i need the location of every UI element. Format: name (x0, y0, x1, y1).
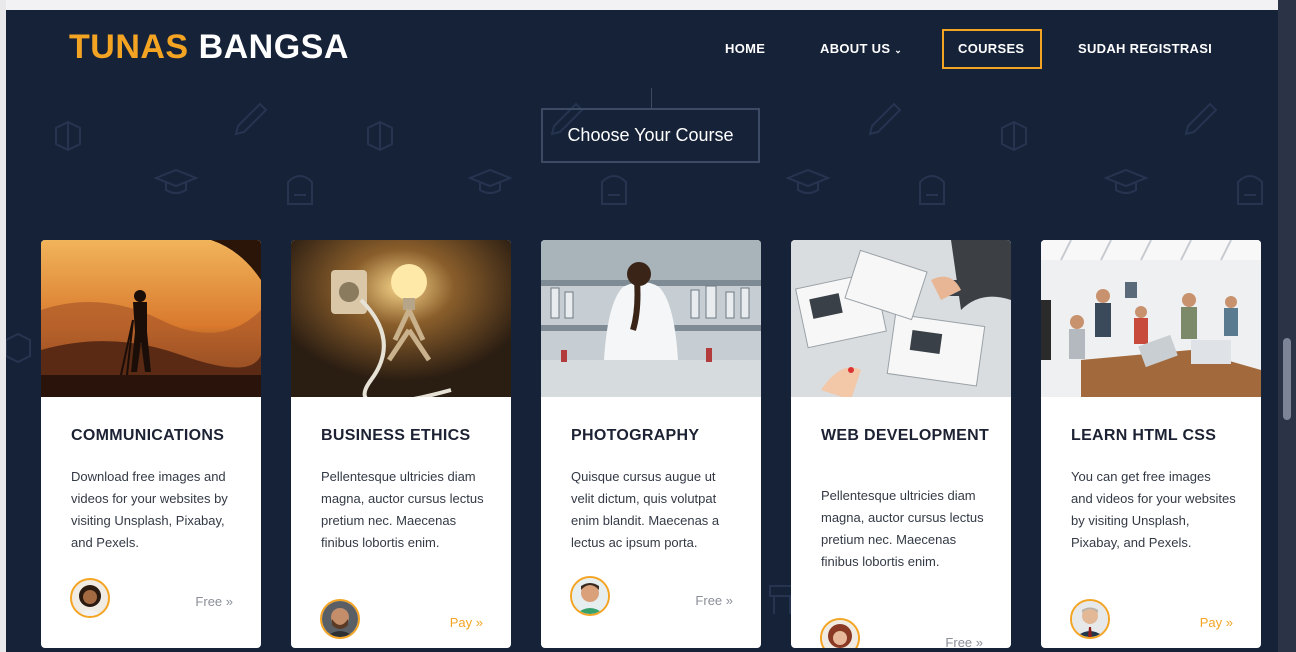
page-scrollbar[interactable] (1278, 0, 1296, 652)
course-image-team-meeting-office (1041, 240, 1261, 397)
course-image-photographer-sunset (41, 240, 261, 405)
nav-about[interactable]: ABOUT US ⌄ (820, 29, 902, 69)
instructor-avatar (570, 576, 610, 616)
section-title: Choose Your Course (541, 108, 760, 163)
instructor-avatar (70, 578, 110, 618)
nav-courses[interactable]: COURSES (942, 29, 1042, 69)
price-link[interactable]: Pay » (450, 615, 483, 630)
chevron-down-icon: ⌄ (894, 45, 903, 55)
course-description: Pellentesque ultricies diam magna, aucto… (821, 488, 984, 569)
title-connector-line (651, 88, 652, 108)
price-link[interactable]: Pay » (1200, 615, 1233, 630)
course-card-web-development[interactable]: WEB DEVELOPMENT Pellentesque ultricies d… (791, 240, 1011, 648)
nav-registered[interactable]: SUDAH REGISTRASI (1078, 29, 1212, 69)
scrollbar-thumb[interactable] (1283, 338, 1291, 420)
course-description: You can get free images and videos for y… (1071, 469, 1236, 550)
course-title: COMMUNICATIONS (71, 427, 225, 444)
book-icon (1001, 120, 1027, 152)
instructor-avatar (320, 599, 360, 639)
book-icon (55, 120, 81, 152)
course-description: Download free images and videos for your… (71, 469, 228, 550)
instructor-avatar (1070, 599, 1110, 639)
pencil-icon (1184, 102, 1218, 136)
backpack-icon (601, 175, 627, 205)
course-title: LEARN HTML CSS (1071, 427, 1217, 444)
price-link[interactable]: Free » (695, 593, 733, 608)
graduation-cap-icon (1103, 168, 1149, 194)
course-title: PHOTOGRAPHY (571, 427, 700, 444)
book-icon (6, 332, 31, 364)
course-description: Pellentesque ultricies diam magna, aucto… (321, 469, 484, 550)
browser-top-edge (0, 0, 1296, 10)
price-link[interactable]: Free » (195, 594, 233, 609)
instructor-avatar (820, 618, 860, 648)
backpack-icon (919, 175, 945, 205)
course-card-learn-html-css[interactable]: LEARN HTML CSS You can get free images a… (1041, 240, 1261, 648)
book-icon (367, 120, 393, 152)
course-image-lightbulb-figure (291, 240, 511, 405)
pencil-icon (234, 102, 268, 136)
page-hero: TUNAS BANGSA HOME ABOUT US ⌄ COURSES SUDA… (6, 10, 1278, 652)
course-title: BUSINESS ETHICS (321, 427, 471, 444)
pencil-icon (868, 102, 902, 136)
graduation-cap-icon (467, 168, 513, 194)
backpack-icon (1237, 175, 1263, 205)
nav-home[interactable]: HOME (725, 29, 765, 69)
nav-about-label: ABOUT US (820, 41, 891, 56)
course-card-photography[interactable]: PHOTOGRAPHY Quisque cursus augue ut veli… (541, 240, 761, 648)
course-card-communications[interactable]: COMMUNICATIONS Download free images and … (41, 240, 261, 648)
price-link[interactable]: Free » (945, 635, 983, 648)
course-image-desk-documents-hands (791, 240, 1011, 400)
graduation-cap-icon (153, 168, 199, 194)
graduation-cap-icon (785, 168, 831, 194)
course-card-business-ethics[interactable]: BUSINESS ETHICS Pellentesque ultricies d… (291, 240, 511, 648)
course-image-laboratory-scientist (541, 240, 761, 397)
backpack-icon (287, 175, 313, 205)
course-description: Quisque cursus augue ut velit dictum, qu… (571, 469, 720, 550)
course-title: WEB DEVELOPMENT (821, 427, 990, 444)
main-navigation: HOME ABOUT US ⌄ COURSES SUDAH REGISTRASI (6, 29, 1278, 69)
